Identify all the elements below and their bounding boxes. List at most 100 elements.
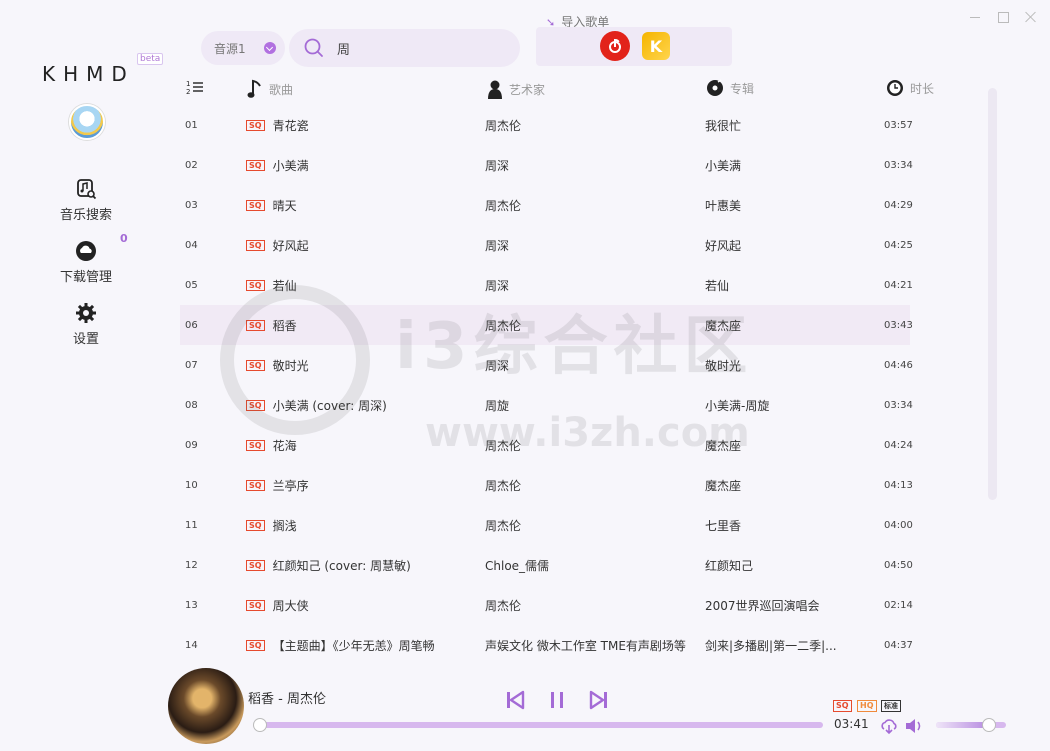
volume-icon[interactable] (904, 717, 924, 735)
table-row[interactable]: 12 SQ 红颜知己 (cover: 周慧敏) Chloe_儒儒 红颜知己 04:50 (180, 545, 913, 585)
sq-quality-badge: SQ (246, 159, 265, 171)
sidebar-item-download-manager[interactable]: 下载管理 0 (40, 232, 132, 285)
track-title: 搁浅 (272, 518, 297, 533)
sq-quality-badge: SQ (246, 399, 265, 411)
minimize-icon[interactable] (968, 10, 982, 24)
kuwo-music-icon[interactable]: K (642, 32, 670, 60)
album-cover[interactable] (168, 668, 244, 744)
window-controls (968, 10, 1038, 24)
track-artist: 周深 (485, 358, 510, 373)
source-select[interactable]: 音源1 (201, 31, 285, 65)
table-row[interactable]: 07 SQ 敬时光 周深 敬时光 04:46 (180, 345, 913, 385)
maximize-icon[interactable] (996, 10, 1010, 24)
music-search-icon (77, 179, 97, 200)
table-row[interactable]: 05 SQ 若仙 周深 若仙 04:21 (180, 265, 913, 305)
track-title: 小美满 (cover: 周深) (272, 398, 387, 413)
track-title-cell: SQ 周大侠 (246, 585, 466, 625)
table-row[interactable]: 03 SQ 晴天 周杰伦 叶惠美 04:29 (180, 185, 913, 225)
track-duration: 04:37 (884, 639, 913, 651)
track-number: 07 (185, 359, 198, 371)
track-album: 剑来|多播剧|第一二季|... (705, 638, 837, 653)
scrollbar[interactable] (988, 88, 997, 500)
source-select-value: 音源1 (214, 41, 246, 56)
track-number: 02 (185, 159, 198, 171)
track-title-cell: SQ 若仙 (246, 265, 466, 305)
track-artist: 周杰伦 (485, 438, 522, 453)
download-icon[interactable] (880, 717, 898, 735)
table-row[interactable]: 06 SQ 稻香 周杰伦 魔杰座 03:43 (180, 305, 913, 345)
sq-quality-badge: SQ (246, 559, 265, 571)
track-album: 魔杰座 (705, 438, 742, 453)
table-row[interactable]: 02 SQ 小美满 周深 小美满 03:34 (180, 145, 913, 185)
sort-index-icon[interactable]: 1 2 (186, 79, 210, 95)
column-header-label: 专辑 (730, 81, 755, 96)
music-note-icon (247, 79, 261, 98)
track-number: 14 (185, 639, 198, 651)
progress-bar[interactable] (253, 718, 823, 732)
track-artist: 周杰伦 (485, 518, 522, 533)
table-row[interactable]: 13 SQ 周大侠 周杰伦 2007世界巡回演唱会 02:14 (180, 585, 913, 625)
sidebar-item-music-search[interactable]: 音乐搜索 (40, 178, 132, 223)
sidebar: KHMD beta 音乐搜索 下载管理 0 设置 (0, 0, 170, 751)
sq-quality-badge: SQ (246, 439, 265, 451)
sq-quality-badge: SQ (246, 479, 265, 491)
column-header-artist[interactable]: 艺术家 (487, 79, 545, 99)
pause-icon[interactable] (547, 690, 567, 710)
track-duration: 04:29 (884, 199, 913, 211)
table-row[interactable]: 10 SQ 兰亭序 周杰伦 魔杰座 04:13 (180, 465, 913, 505)
beta-tag: beta (137, 53, 164, 65)
netease-music-icon[interactable] (600, 31, 630, 61)
column-header-duration[interactable]: 时长 (886, 79, 934, 97)
track-title: 晴天 (272, 198, 297, 213)
quality-standard-button[interactable]: 标准 (881, 700, 901, 712)
track-album: 叶惠美 (705, 198, 742, 213)
track-duration: 03:43 (884, 319, 913, 331)
column-header-album[interactable]: 专辑 (706, 79, 754, 97)
sq-quality-badge: SQ (246, 519, 265, 531)
table-row[interactable]: 11 SQ 搁浅 周杰伦 七里香 04:00 (180, 505, 913, 545)
table-row[interactable]: 04 SQ 好风起 周深 好风起 04:25 (180, 225, 913, 265)
track-title-cell: SQ 稻香 (246, 305, 466, 345)
table-row[interactable]: 14 SQ 【主题曲】《少年无恙》周笔畅 声娱文化 微木工作室 TME有声剧场等 剑来|… (180, 625, 913, 665)
track-title-cell: SQ 青花瓷 (246, 105, 466, 145)
volume-slider[interactable] (936, 718, 1006, 732)
track-artist: 周杰伦 (485, 598, 522, 613)
progress-handle[interactable] (253, 718, 267, 732)
avatar[interactable] (69, 104, 105, 140)
track-album: 魔杰座 (705, 318, 742, 333)
next-icon[interactable] (589, 690, 609, 710)
track-artist: Chloe_儒儒 (485, 558, 550, 573)
track-title: 敬时光 (272, 358, 309, 373)
sq-quality-badge: SQ (246, 119, 265, 131)
quality-sq-button[interactable]: SQ (833, 700, 852, 712)
person-icon (488, 80, 502, 99)
track-title: 红颜知己 (cover: 周慧敏) (272, 558, 411, 573)
sq-quality-badge: SQ (246, 199, 265, 211)
track-duration: 04:24 (884, 439, 913, 451)
track-title-cell: SQ 敬时光 (246, 345, 466, 385)
track-duration: 04:50 (884, 559, 913, 571)
quality-hq-button[interactable]: HQ (857, 700, 877, 712)
table-row[interactable]: 09 SQ 花海 周杰伦 魔杰座 04:24 (180, 425, 913, 465)
table-row[interactable]: 01 SQ 青花瓷 周杰伦 我很忙 03:57 (180, 105, 913, 145)
sq-quality-badge: SQ (246, 599, 265, 611)
sidebar-item-label: 设置 (72, 332, 99, 347)
track-number: 13 (185, 599, 198, 611)
track-number: 04 (185, 239, 198, 251)
download-count-badge: 0 (120, 232, 128, 245)
volume-handle[interactable] (981, 718, 996, 732)
previous-icon[interactable] (505, 690, 525, 710)
search-input[interactable] (337, 40, 497, 56)
search-icon[interactable] (304, 38, 324, 58)
table-row[interactable]: 08 SQ 小美满 (cover: 周深) 周旋 小美满-周旋 03:34 (180, 385, 913, 425)
track-album: 小美满-周旋 (705, 398, 770, 413)
track-album: 敬时光 (705, 358, 742, 373)
sidebar-item-settings[interactable]: 设置 (40, 302, 132, 347)
close-icon[interactable] (1024, 10, 1038, 24)
track-duration: 03:57 (884, 119, 913, 131)
column-header-title[interactable]: 歌曲 (247, 79, 293, 99)
track-album: 2007世界巡回演唱会 (705, 598, 820, 613)
cloud-download-icon (76, 241, 96, 261)
track-duration: 04:46 (884, 359, 913, 371)
track-title: 好风起 (272, 238, 309, 253)
